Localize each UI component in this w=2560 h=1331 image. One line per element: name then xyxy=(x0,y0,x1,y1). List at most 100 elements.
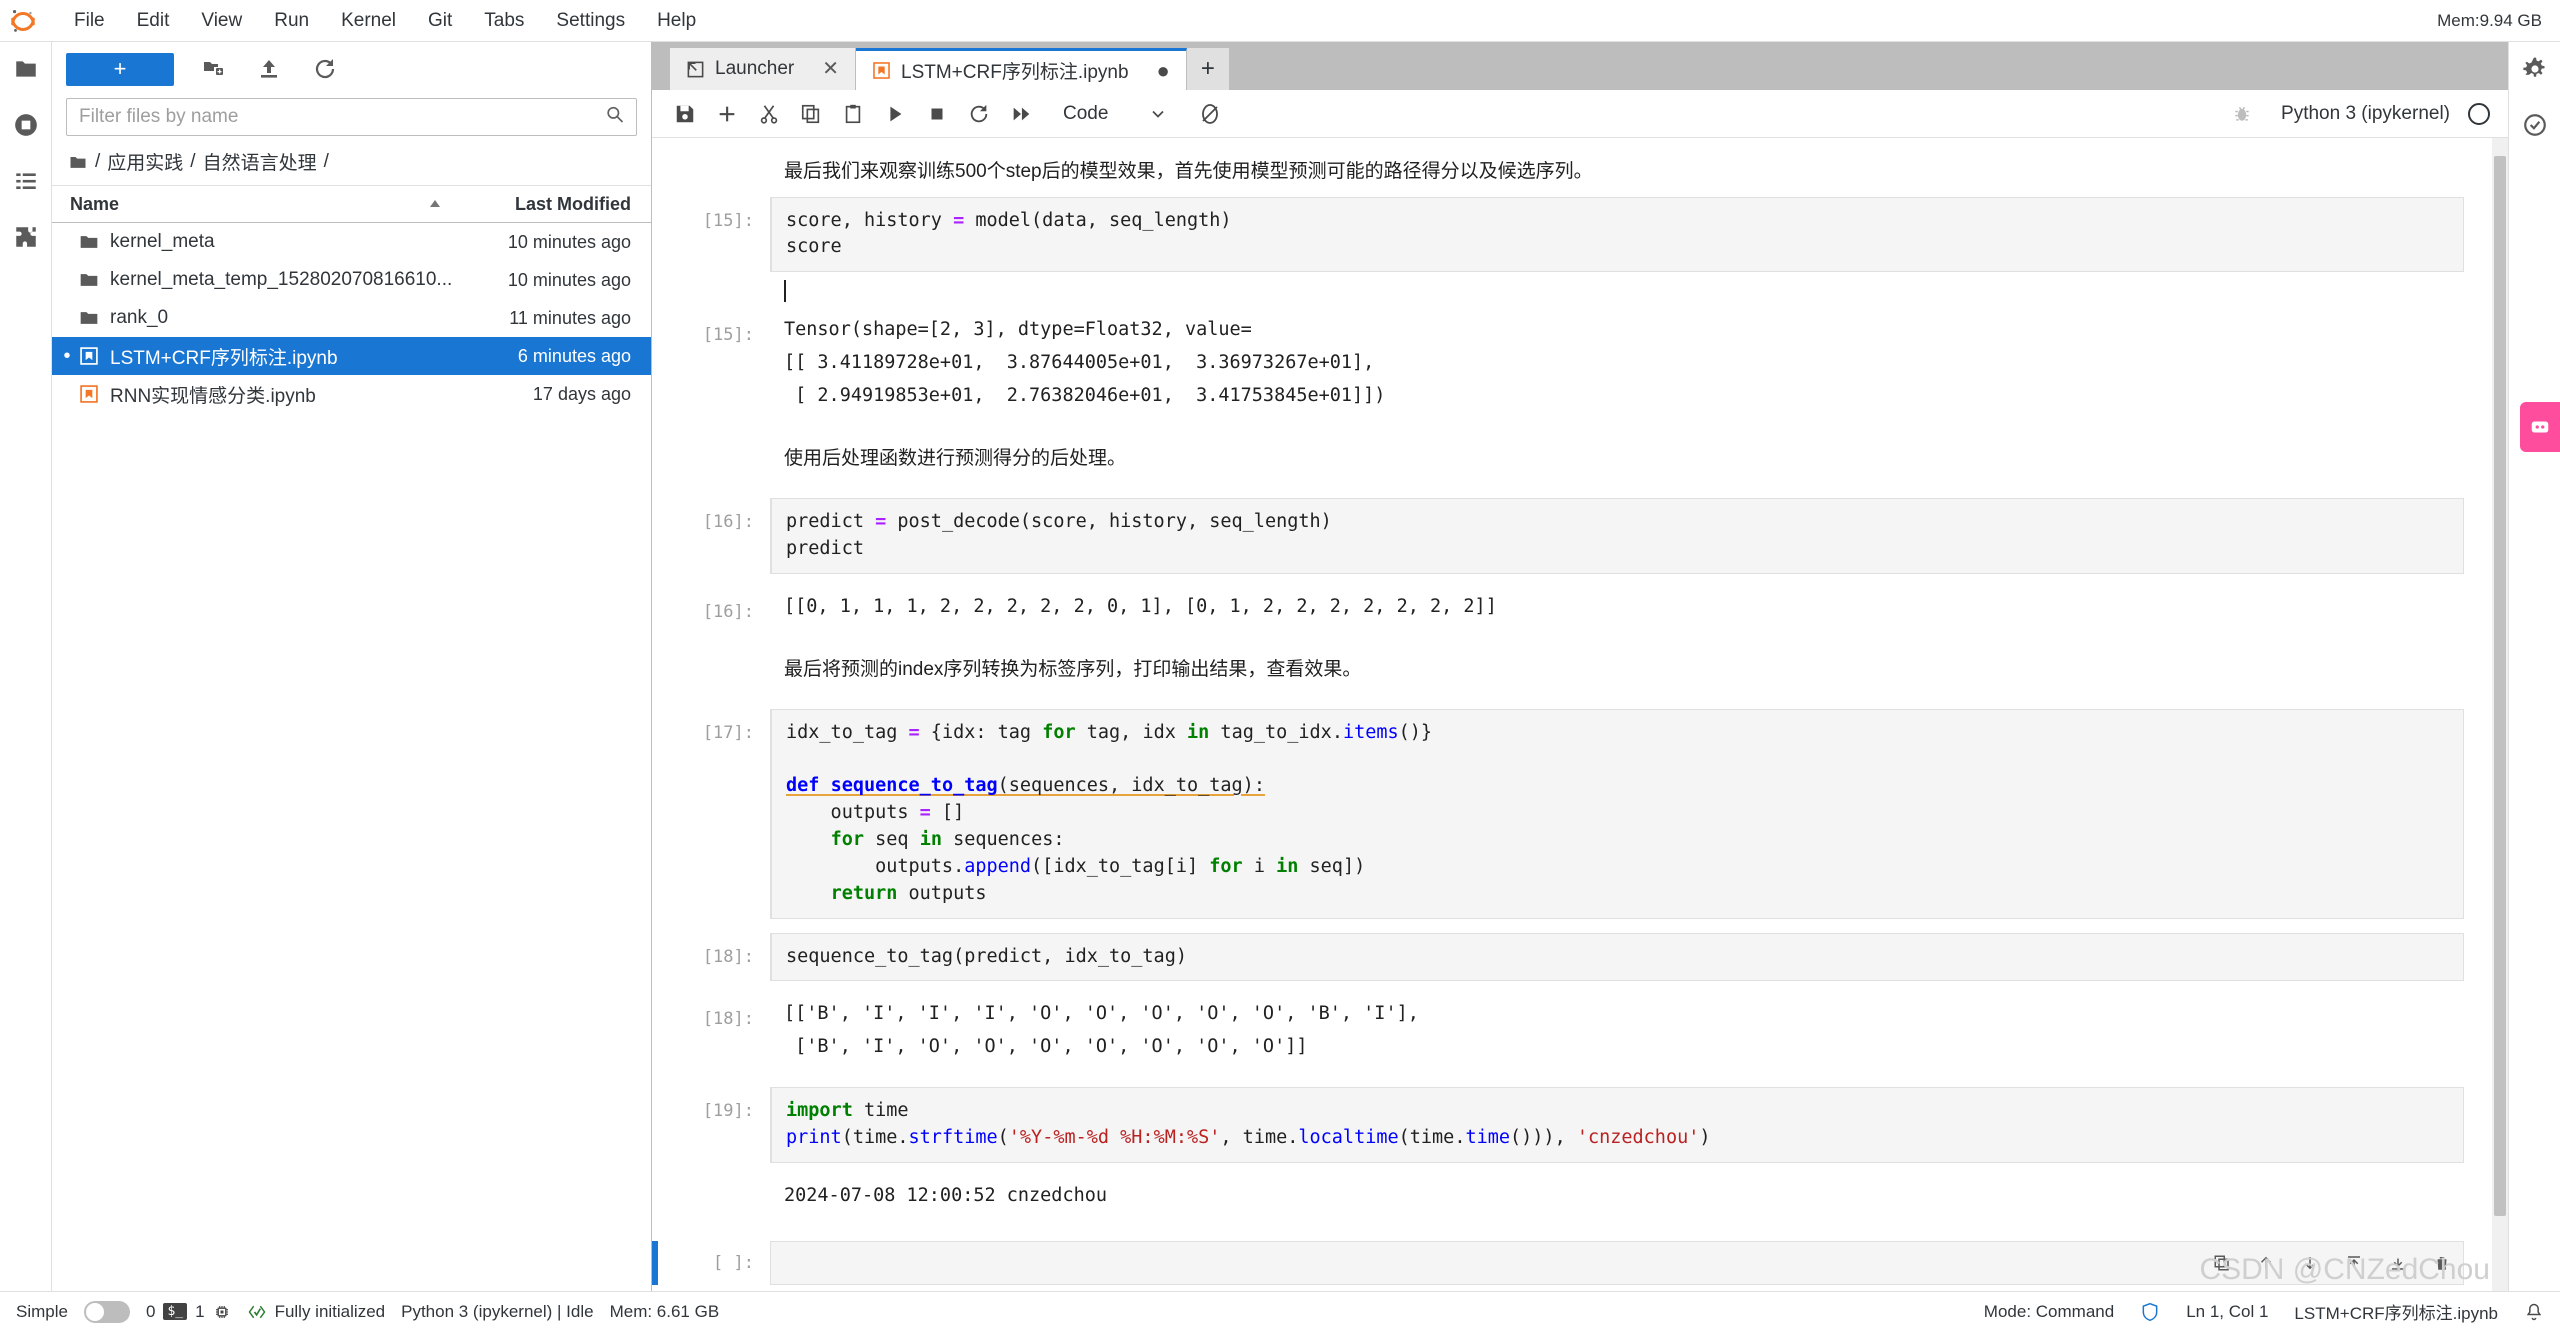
breadcrumb-home-icon[interactable] xyxy=(68,152,88,172)
file-filter-input[interactable] xyxy=(66,98,637,136)
notebook-scrollbar[interactable] xyxy=(2492,138,2508,1291)
folder-icon xyxy=(74,308,104,328)
kernel-status[interactable]: Python 3 (ipykernel) | Idle xyxy=(401,1302,593,1322)
editor-mode[interactable]: Mode: Command xyxy=(1984,1302,2114,1322)
code-editor[interactable] xyxy=(770,1241,2464,1286)
notebook-scrollbar-thumb[interactable] xyxy=(2494,156,2506,1216)
breadcrumb-sep-0: / xyxy=(95,150,101,172)
code-cell-16[interactable]: [16]: predict = post_decode(score, histo… xyxy=(652,497,2508,574)
code-check-icon xyxy=(247,1302,267,1322)
markdown-cell[interactable]: 最后我们来观察训练500个step后的模型效果，首先使用模型预测可能的路径得分以… xyxy=(652,148,2508,197)
notebook-toolbar: Code Python 3 (ipykernel) xyxy=(652,90,2508,138)
simple-mode-toggle[interactable] xyxy=(83,1300,130,1323)
kernel-area: Python 3 (ipykernel) xyxy=(2221,93,2496,135)
notebook-cells: 最后我们来观察训练500个step后的模型效果，首先使用模型预测可能的路径得分以… xyxy=(652,138,2508,1286)
insert-below-icon[interactable] xyxy=(2385,1250,2411,1276)
code-editor[interactable]: score, history = model(data, seq_length)… xyxy=(770,196,2464,273)
menu-edit[interactable]: Edit xyxy=(121,6,186,36)
menu-kernel[interactable]: Kernel xyxy=(325,6,412,36)
restart-kernel-icon[interactable] xyxy=(958,93,1000,135)
new-folder-icon[interactable] xyxy=(196,52,230,86)
menu-view[interactable]: View xyxy=(185,6,258,36)
list-item[interactable]: kernel_meta_temp_152802070816610... 10 m… xyxy=(52,261,651,299)
close-icon[interactable]: ✕ xyxy=(822,59,839,79)
menu-git[interactable]: Git xyxy=(412,6,468,36)
running-terminals-icon[interactable] xyxy=(9,108,43,142)
table-of-contents-icon[interactable] xyxy=(9,164,43,198)
code-editor[interactable]: import time print(time.strftime('%Y-%m-%… xyxy=(770,1086,2464,1163)
copy-icon[interactable] xyxy=(790,93,832,135)
insert-cell-icon[interactable] xyxy=(706,93,748,135)
stop-icon[interactable] xyxy=(916,93,958,135)
dirty-indicator-icon[interactable]: ● xyxy=(1157,59,1170,82)
insert-above-icon[interactable] xyxy=(2341,1250,2367,1276)
breadcrumb-part-2[interactable]: 自然语言处理 xyxy=(203,148,317,175)
column-header-name-wrap[interactable]: Name xyxy=(70,194,427,215)
simple-mode-label: Simple xyxy=(16,1301,68,1321)
menu-settings[interactable]: Settings xyxy=(540,6,641,36)
restart-run-all-icon[interactable] xyxy=(1000,93,1042,135)
assistant-icon[interactable] xyxy=(2520,402,2560,452)
cell-caret-row xyxy=(652,272,2508,311)
bell-icon[interactable] xyxy=(2524,1302,2544,1322)
move-down-icon[interactable] xyxy=(2297,1250,2323,1276)
code-cell-17[interactable]: [17]: idx_to_tag = {idx: tag for tag, id… xyxy=(652,708,2508,919)
markdown-cell[interactable]: 使用后处理函数进行预测得分的后处理。 xyxy=(652,435,2508,484)
bug-icon[interactable] xyxy=(2221,93,2263,135)
upload-icon[interactable] xyxy=(252,52,286,86)
code-cell-18[interactable]: [18]: sequence_to_tag(predict, idx_to_ta… xyxy=(652,932,2508,982)
menu-tabs[interactable]: Tabs xyxy=(468,6,540,36)
column-header-last-modified[interactable]: Last Modified xyxy=(453,194,643,215)
initialization-status[interactable]: Fully initialized xyxy=(247,1302,385,1322)
code-editor[interactable]: idx_to_tag = {idx: tag for tag, idx in t… xyxy=(770,708,2464,919)
menu-file[interactable]: File xyxy=(58,6,121,36)
list-item[interactable]: rank_0 11 minutes ago xyxy=(52,299,651,337)
settings-gear-icon[interactable] xyxy=(2518,52,2552,86)
sort-ascending-icon[interactable] xyxy=(427,196,443,212)
breadcrumb: / 应用实践 / 自然语言处理 / xyxy=(52,146,651,185)
notebook-scroll-area[interactable]: 最后我们来观察训练500个step后的模型效果，首先使用模型预测可能的路径得分以… xyxy=(652,138,2508,1291)
list-item-selected[interactable]: • LSTM+CRF序列标注.ipynb 6 minutes ago xyxy=(52,337,651,375)
folder-icon xyxy=(74,270,104,290)
cell-type-dropdown[interactable]: Code xyxy=(1056,99,1173,129)
sync-icon[interactable] xyxy=(1189,93,1231,135)
run-icon[interactable] xyxy=(874,93,916,135)
paste-icon[interactable] xyxy=(832,93,874,135)
editor-caret xyxy=(770,272,2464,311)
markdown-cell[interactable]: 最后将预测的index序列转换为标签序列，打印输出结果，查看效果。 xyxy=(652,646,2508,695)
cursor-position[interactable]: Ln 1, Col 1 xyxy=(2186,1302,2268,1322)
tab-notebook[interactable]: LSTM+CRF序列标注.ipynb ● xyxy=(856,48,1187,90)
jupyterlab-window: File Edit View Run Kernel Git Tabs Setti… xyxy=(0,0,2560,1331)
kernel-idle-circle-icon[interactable] xyxy=(2468,102,2490,125)
delete-icon[interactable] xyxy=(2429,1250,2455,1276)
refresh-icon[interactable] xyxy=(308,52,342,86)
cell-prompt xyxy=(652,646,770,660)
active-empty-cell[interactable]: [ ]: xyxy=(652,1241,2508,1286)
extension-manager-icon[interactable] xyxy=(9,220,43,254)
shield-icon[interactable] xyxy=(2140,1302,2160,1322)
code-cell-15[interactable]: [15]: score, history = model(data, seq_l… xyxy=(652,196,2508,273)
save-icon[interactable] xyxy=(664,93,706,135)
code-cell-19[interactable]: [19]: import time print(time.strftime('%… xyxy=(652,1086,2508,1163)
markdown-text: 最后我们来观察训练500个step后的模型效果，首先使用模型预测可能的路径得分以… xyxy=(784,161,1593,182)
list-item[interactable]: kernel_meta 10 minutes ago xyxy=(52,223,651,261)
memory-usage: Mem: 6.61 GB xyxy=(609,1301,720,1321)
tab-launcher[interactable]: Launcher ✕ xyxy=(670,48,856,90)
cut-icon[interactable] xyxy=(748,93,790,135)
code-editor[interactable]: sequence_to_tag(predict, idx_to_tag) xyxy=(770,932,2464,982)
code-editor[interactable]: predict = post_decode(score, history, se… xyxy=(770,497,2464,574)
terminals-status[interactable]: 0 $_ 1 xyxy=(146,1302,231,1322)
status-bar-left: Simple 0 $_ 1 Fully initialized Python 3… xyxy=(16,1300,720,1323)
duplicate-icon[interactable] xyxy=(2209,1250,2235,1276)
breadcrumb-part-1[interactable]: 应用实践 xyxy=(107,148,183,175)
file-browser-icon[interactable] xyxy=(9,52,43,86)
list-item[interactable]: RNN实现情感分类.ipynb 17 days ago xyxy=(52,375,651,413)
menu-run[interactable]: Run xyxy=(258,6,325,36)
file-list-header: Name Last Modified xyxy=(52,185,651,223)
move-up-icon[interactable] xyxy=(2253,1250,2279,1276)
property-inspector-icon[interactable] xyxy=(2518,108,2552,142)
add-tab-button[interactable]: + xyxy=(1186,48,1229,90)
kernel-name[interactable]: Python 3 (ipykernel) xyxy=(2281,103,2450,125)
menu-help[interactable]: Help xyxy=(641,6,712,36)
new-launcher-button[interactable]: + xyxy=(66,52,174,86)
